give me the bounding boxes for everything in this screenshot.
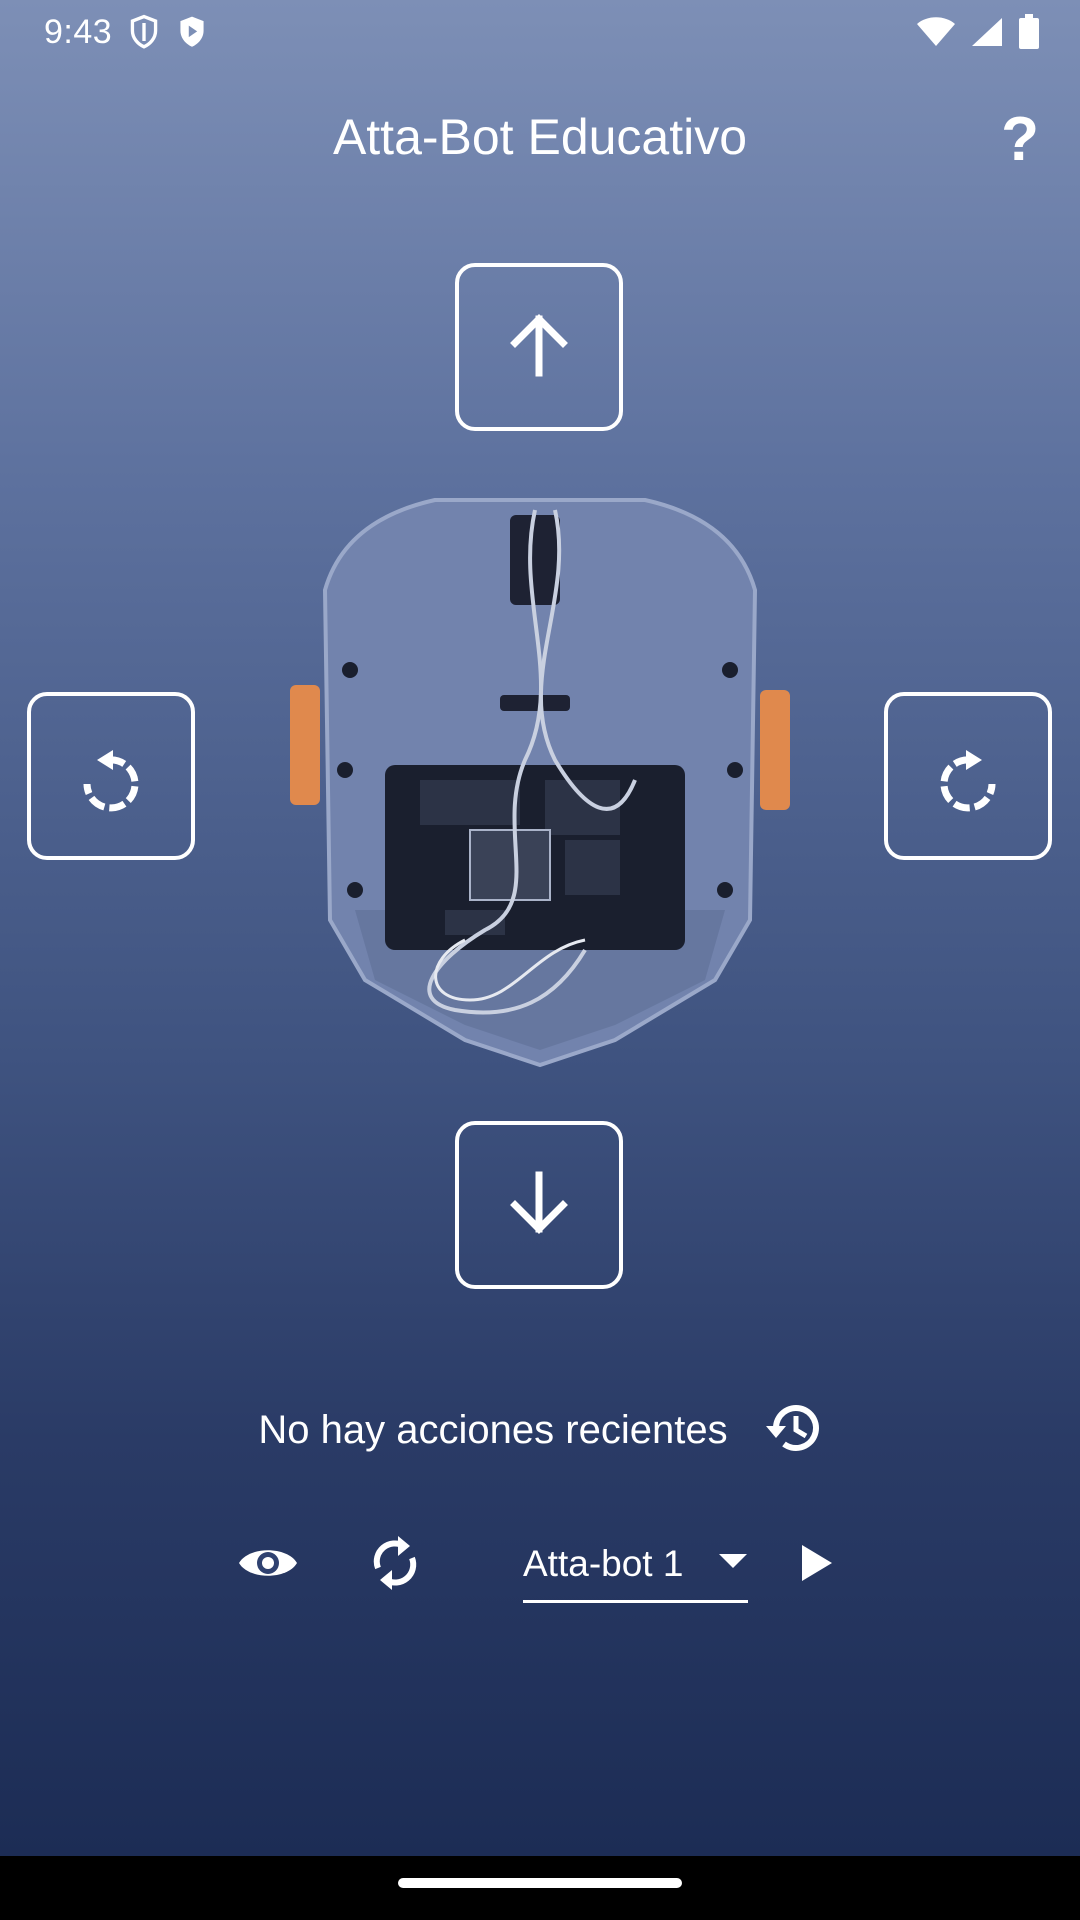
backward-button[interactable] (455, 1121, 623, 1289)
recent-actions-row: No hay acciones recientes (0, 1400, 1080, 1461)
sync-icon (370, 1534, 420, 1597)
home-indicator[interactable] (398, 1878, 682, 1888)
arrow-down-icon (503, 1167, 575, 1244)
history-icon[interactable] (762, 1400, 822, 1461)
app-title: Atta-Bot Educativo (332, 109, 748, 165)
shield-outline-icon (128, 14, 160, 50)
signal-icon (970, 16, 1004, 48)
recent-actions-text: No hay acciones recientes (258, 1408, 728, 1452)
status-time: 9:43 (44, 12, 113, 51)
robot-chassis-image (285, 480, 795, 1070)
navigation-bar (0, 1856, 1080, 1920)
sync-button[interactable] (355, 1525, 435, 1605)
rotate-left-icon (73, 736, 149, 817)
help-button[interactable]: ? (990, 104, 1050, 174)
shield-filled-icon (176, 14, 208, 50)
rotate-right-icon (930, 736, 1006, 817)
eye-button[interactable] (228, 1525, 308, 1605)
status-bar: 9:43 (0, 0, 1080, 64)
wifi-icon (916, 16, 956, 48)
status-left: 9:43 (44, 13, 208, 52)
arrow-up-icon (503, 309, 575, 386)
robot-select-dropdown[interactable]: Atta-bot 1 (523, 1527, 748, 1603)
bottom-bar: Atta-bot 1 (0, 1505, 1080, 1615)
play-button[interactable] (777, 1525, 857, 1605)
eye-icon (237, 1542, 299, 1589)
play-icon (800, 1543, 834, 1588)
forward-button[interactable] (455, 263, 623, 431)
status-right (916, 14, 1040, 50)
rotate-right-button[interactable] (884, 692, 1052, 860)
caret-down-icon (718, 1553, 748, 1574)
robot-select-value: Atta-bot 1 (523, 1542, 684, 1584)
battery-icon (1018, 14, 1040, 50)
rotate-left-button[interactable] (27, 692, 195, 860)
